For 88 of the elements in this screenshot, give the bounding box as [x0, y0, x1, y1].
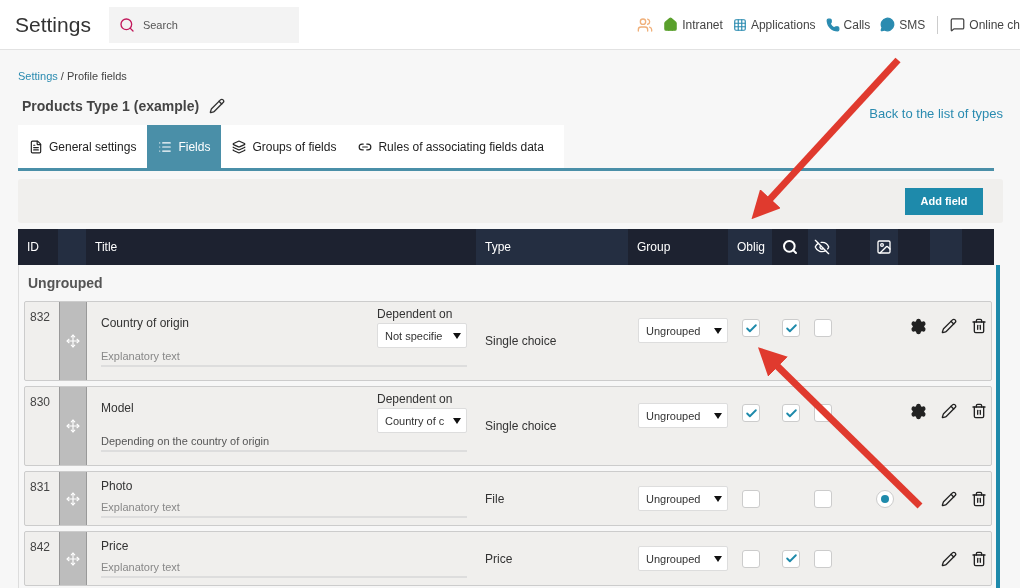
- field-type: Single choice: [484, 333, 558, 350]
- field-type: Price: [484, 550, 514, 568]
- checkbox[interactable]: [742, 549, 760, 568]
- nav-link[interactable]: Intranet: [663, 17, 723, 32]
- group-select[interactable]: Ungrouped: [638, 546, 728, 571]
- check-icon: [784, 406, 798, 420]
- delete-icon[interactable]: [971, 318, 987, 334]
- app-title: Settings: [15, 12, 91, 37]
- field-id: 831: [29, 479, 52, 496]
- column-header: Oblig: [728, 229, 772, 265]
- field-title: Photo: [101, 479, 134, 493]
- caret-icon: [714, 555, 722, 562]
- checkbox[interactable]: [782, 404, 800, 422]
- nav-link[interactable]: Calls: [825, 17, 871, 32]
- page-title: Products Type 1 (example): [22, 97, 200, 114]
- search-field[interactable]: Search: [108, 6, 299, 43]
- dependent-select[interactable]: Not specifie: [377, 323, 467, 348]
- phone-icon: [825, 17, 840, 32]
- dependent-label: Dependent on: [377, 307, 454, 321]
- dependent-select[interactable]: Country of c: [377, 408, 467, 433]
- caret-icon: [714, 327, 722, 334]
- breadcrumb: Settings / Profile fields: [18, 70, 128, 82]
- delete-icon[interactable]: [971, 403, 987, 419]
- check-icon: [784, 552, 798, 565]
- field-type: Single choice: [484, 418, 558, 435]
- add-field-button[interactable]: Add field: [905, 187, 983, 215]
- edit-icon[interactable]: [941, 403, 957, 419]
- column-header: Type: [476, 229, 628, 265]
- home-icon: [663, 17, 679, 32]
- settings-icon[interactable]: [910, 318, 927, 335]
- check-icon: [744, 321, 758, 335]
- tab[interactable]: Fields: [147, 125, 222, 168]
- settings-icon[interactable]: [910, 403, 927, 420]
- image-icon: [876, 239, 892, 255]
- column-header: ID: [26, 239, 40, 256]
- checkbox[interactable]: [814, 549, 832, 568]
- dependent-label: Dependent on: [377, 392, 454, 406]
- field-id: 842: [29, 539, 52, 556]
- column-header: Title: [94, 239, 119, 256]
- caret-icon: [714, 495, 722, 502]
- radio-button[interactable]: [876, 489, 894, 508]
- header-cell: [930, 229, 962, 265]
- edit-icon[interactable]: [941, 318, 957, 334]
- checkbox[interactable]: [742, 489, 760, 508]
- checkbox[interactable]: [742, 319, 760, 337]
- header-cell: [58, 229, 86, 265]
- chat-icon: [950, 17, 966, 32]
- drag-handle[interactable]: [59, 472, 87, 525]
- nav-link[interactable]: SMS: [880, 17, 926, 32]
- field-title: Price: [101, 539, 130, 553]
- edit-icon[interactable]: [941, 490, 957, 507]
- group-select[interactable]: Ungrouped: [638, 318, 728, 343]
- group-select[interactable]: Ungrouped: [638, 403, 728, 428]
- chat-icon: [880, 17, 896, 32]
- checkbox[interactable]: [814, 319, 832, 337]
- group-select[interactable]: Ungrouped: [638, 486, 728, 511]
- nav-link[interactable]: Applications: [732, 17, 816, 32]
- delete-icon[interactable]: [971, 550, 987, 567]
- drag-handle[interactable]: [59, 532, 87, 585]
- caret-icon: [453, 332, 461, 339]
- layers-icon: [232, 139, 247, 154]
- field-type: File: [484, 490, 506, 508]
- check-icon: [744, 406, 758, 420]
- delete-icon[interactable]: [971, 490, 987, 507]
- document-icon: [29, 139, 43, 154]
- checkbox[interactable]: [742, 404, 760, 422]
- field-id: 830: [29, 394, 52, 411]
- check-icon: [784, 321, 798, 335]
- breadcrumb-link[interactable]: Settings: [18, 70, 58, 82]
- caret-icon: [714, 412, 722, 419]
- grid-icon: [732, 17, 747, 32]
- edit-icon[interactable]: [941, 550, 957, 567]
- drag-handle[interactable]: [59, 302, 87, 380]
- checkbox[interactable]: [782, 549, 800, 568]
- group-title: Ungrouped: [27, 274, 104, 293]
- caret-icon: [453, 417, 461, 424]
- list-icon: [158, 139, 173, 154]
- nav-link[interactable]: Online ch: [950, 17, 1020, 32]
- checkbox[interactable]: [814, 489, 832, 508]
- checkbox[interactable]: [782, 319, 800, 337]
- search-icon: [782, 239, 798, 255]
- drag-handle[interactable]: [59, 387, 87, 465]
- back-link[interactable]: Back to the list of types: [869, 106, 1003, 121]
- field-id: 832: [29, 309, 52, 326]
- eye-off-icon: [814, 239, 830, 255]
- edit-icon[interactable]: [209, 97, 226, 114]
- search-icon: [118, 16, 135, 33]
- column-header: Group: [636, 239, 672, 256]
